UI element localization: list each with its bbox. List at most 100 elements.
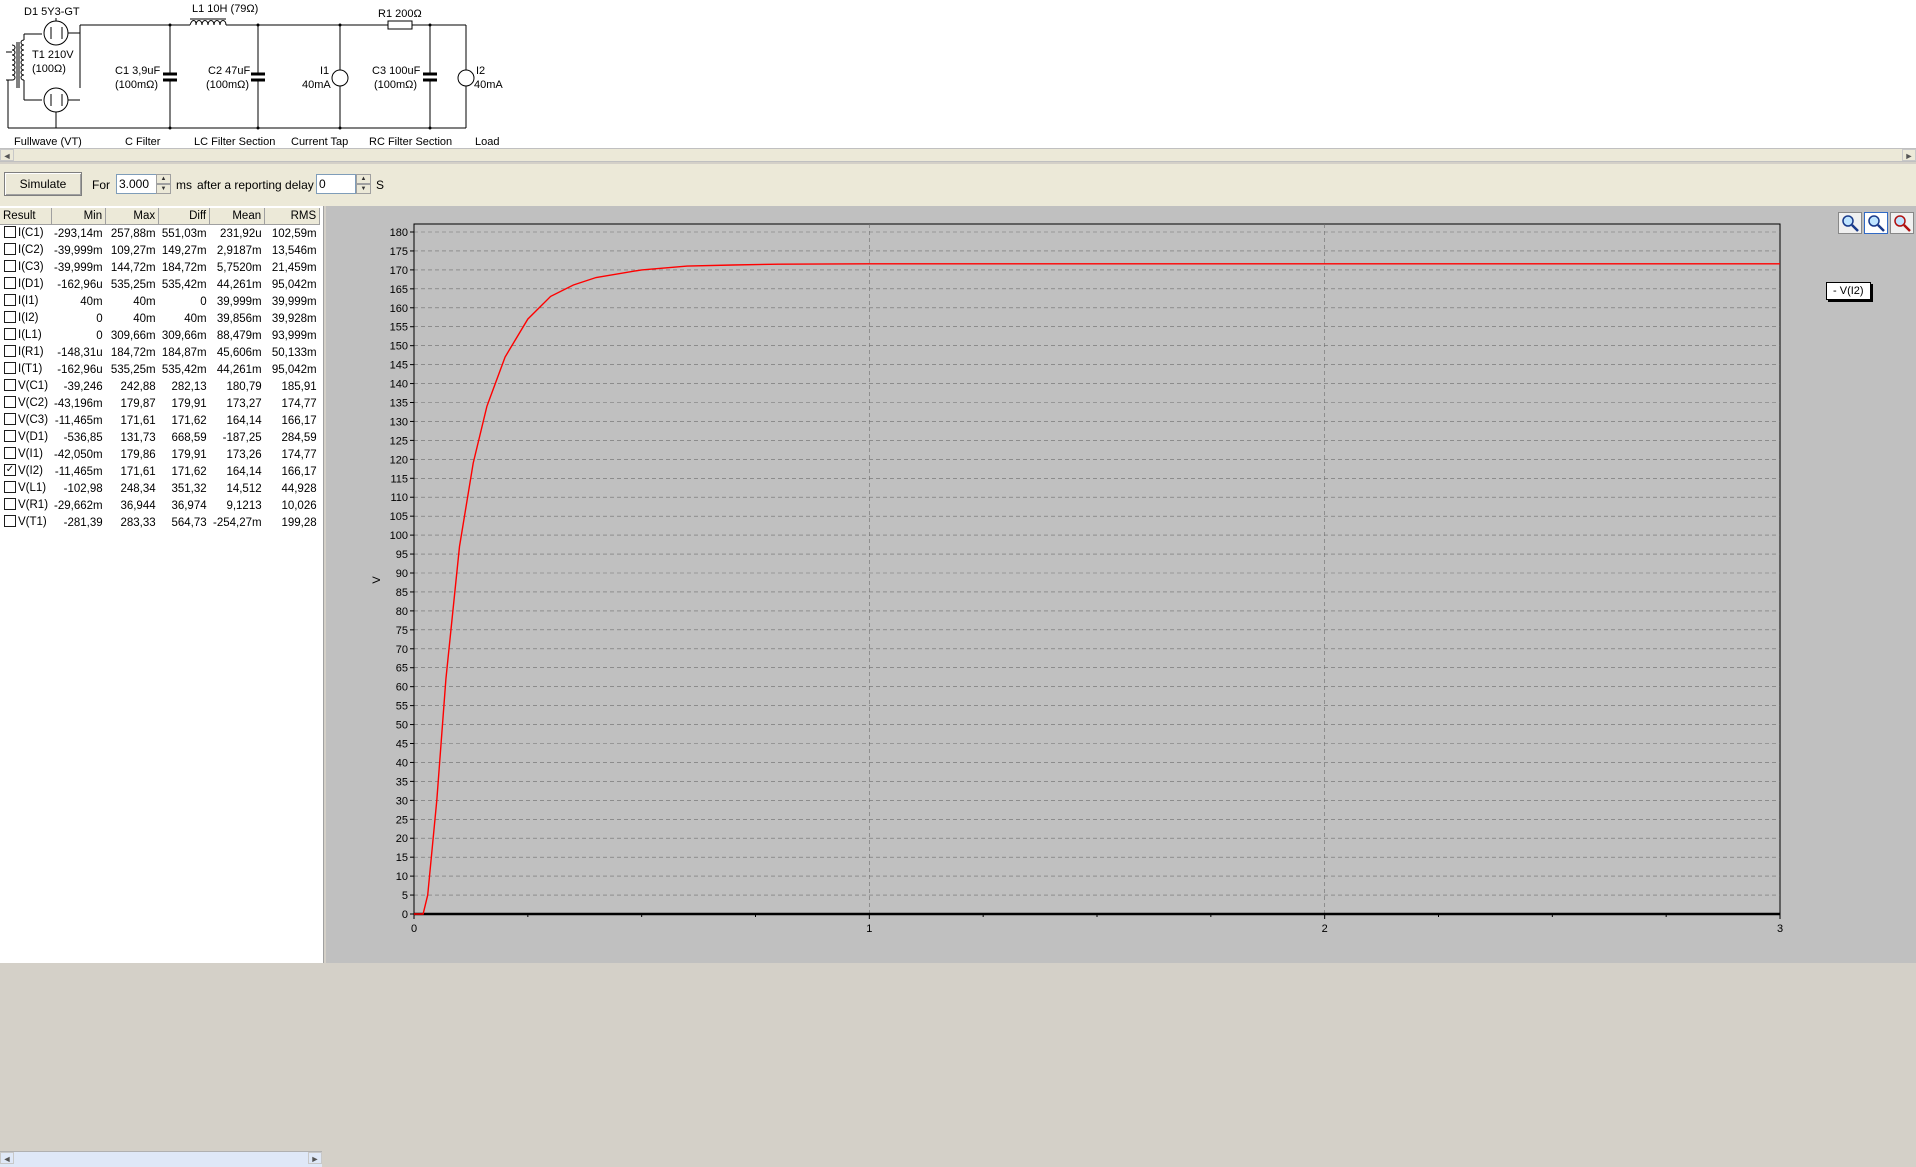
result-name-cell[interactable]: V(C3) — [0, 412, 51, 429]
result-rms-cell: 199,28 — [281, 516, 317, 529]
result-mean-cell: 2,9187m — [216, 244, 262, 257]
result-name-cell[interactable]: V(I1) — [0, 446, 51, 463]
simulate-button[interactable]: Simulate — [4, 172, 82, 196]
result-name-cell[interactable]: V(T1) — [0, 514, 51, 531]
spin-down-icon[interactable]: ▼ — [356, 184, 371, 194]
delay-spinner[interactable]: ▲ ▼ — [356, 174, 371, 194]
table-row[interactable]: V(I1) -42,050m 179,86 179,91 173,26 174,77 — [0, 446, 320, 463]
result-checkbox[interactable] — [4, 294, 16, 307]
result-checkbox[interactable] — [4, 345, 16, 358]
table-row[interactable]: I(I2) 0 40m 40m 39,856m 39,928m — [0, 310, 320, 327]
result-checkbox[interactable] — [4, 498, 16, 511]
result-checkbox[interactable] — [4, 396, 16, 409]
y-tick-label: 110 — [390, 492, 408, 504]
table-row[interactable]: I(C1) -293,14m 257,88m 551,03m 231,92u 102,59… — [0, 225, 320, 243]
table-row[interactable]: I(D1) -162,96u 535,25m 535,42m 44,261m 95,042… — [0, 276, 320, 293]
result-checkbox[interactable] — [4, 515, 16, 528]
spin-down-icon[interactable]: ▼ — [156, 184, 171, 194]
table-row[interactable]: I(T1) -162,96u 535,25m 535,42m 44,261m 95,042… — [0, 361, 320, 378]
table-row[interactable]: V(R1) -29,662m 36,944 36,974 9,1213 10,026 — [0, 497, 320, 514]
result-name-cell[interactable]: V(C1) — [0, 378, 51, 395]
result-diff-cell: 171,62 — [171, 465, 207, 478]
delay-input[interactable] — [316, 174, 356, 194]
result-checkbox[interactable] — [4, 328, 16, 341]
table-row[interactable]: V(C2) -43,196m 179,87 179,91 173,27 174,77 — [0, 395, 320, 412]
duration-spinner[interactable]: ▲ ▼ — [156, 174, 171, 194]
table-row[interactable]: V(C3) -11,465m 171,61 171,62 164,14 166,17 — [0, 412, 320, 429]
table-row[interactable]: I(C3) -39,999m 144,72m 184,72m 5,7520m 21,459… — [0, 259, 320, 276]
result-name-cell[interactable]: I(C2) — [0, 242, 51, 259]
plot-frame — [413, 223, 1781, 915]
result-max-cell: 144,72m — [110, 261, 156, 274]
for-label: For — [92, 178, 110, 192]
voltage-plot[interactable]: 0510152025303540455055606570758085909510… — [326, 206, 1916, 963]
table-row[interactable]: I(C2) -39,999m 109,27m 149,27m 2,9187m 13,546… — [0, 242, 320, 259]
result-name-cell[interactable]: I(I1) — [0, 293, 51, 310]
result-name-cell[interactable]: I(I2) — [0, 310, 51, 327]
y-tick-label: 0 — [402, 909, 408, 921]
result-name-cell[interactable]: I(L1) — [0, 327, 51, 344]
table-row[interactable]: I(I1) 40m 40m 0 39,999m 39,999m — [0, 293, 320, 310]
i2-label-2: 40mA — [474, 79, 503, 91]
col-min-header[interactable]: Min — [51, 208, 107, 225]
result-checkbox[interactable] — [4, 447, 16, 460]
result-checkbox[interactable] — [4, 226, 16, 239]
scroll-right-icon[interactable]: ► — [308, 1152, 322, 1164]
col-rms-header[interactable]: RMS — [264, 208, 321, 225]
result-max-cell: 40m — [133, 295, 156, 308]
x-tick-label: 3 — [1777, 923, 1783, 935]
result-checkbox[interactable]: ✓ — [4, 464, 16, 477]
result-checkbox[interactable] — [4, 311, 16, 324]
scroll-left-icon[interactable]: ◄ — [0, 149, 14, 161]
result-name-cell[interactable]: I(R1) — [0, 344, 51, 361]
scroll-left-icon[interactable]: ◄ — [0, 1152, 14, 1164]
table-row[interactable]: I(R1) -148,31u 184,72m 184,87m 45,606m 50,133… — [0, 344, 320, 361]
result-mean-cell: 5,7520m — [216, 261, 262, 274]
result-name-cell[interactable]: I(D1) — [0, 276, 51, 293]
result-checkbox[interactable] — [4, 430, 16, 443]
y-tick-label: 175 — [390, 246, 408, 258]
col-diff-header[interactable]: Diff — [158, 208, 211, 225]
result-min-cell: -536,85 — [63, 431, 103, 444]
result-name-cell[interactable]: I(T1) — [0, 361, 51, 378]
result-checkbox[interactable] — [4, 260, 16, 273]
result-checkbox[interactable] — [4, 362, 16, 375]
result-name-cell[interactable]: V(R1) — [0, 497, 51, 514]
table-row[interactable]: V(C1) -39,246 242,88 282,13 180,79 185,91 — [0, 378, 320, 395]
col-mean-header[interactable]: Mean — [209, 208, 266, 225]
result-checkbox[interactable] — [4, 277, 16, 290]
col-max-header[interactable]: Max — [105, 208, 160, 225]
i1-label-2: 40mA — [302, 79, 331, 91]
spin-up-icon[interactable]: ▲ — [356, 174, 371, 184]
result-checkbox[interactable] — [4, 379, 16, 392]
spin-up-icon[interactable]: ▲ — [156, 174, 171, 184]
result-min-cell: -281,39 — [63, 516, 103, 529]
result-checkbox[interactable] — [4, 243, 16, 256]
schematic-canvas[interactable]: D1 5Y3-GT T1 210V (100Ω) L1 10H (79Ω) R1… — [0, 0, 1916, 148]
result-rms-cell: 185,91 — [281, 380, 317, 393]
result-name-cell[interactable]: V(C2) — [0, 395, 51, 412]
result-checkbox[interactable] — [4, 481, 16, 494]
result-checkbox[interactable] — [4, 413, 16, 426]
legend-entry-vi2[interactable]: - V(I2) — [1826, 282, 1871, 300]
t1-label-1: T1 210V — [32, 49, 74, 61]
col-result-header[interactable]: Result — [0, 208, 52, 225]
result-name-cell[interactable]: V(L1) — [0, 480, 51, 497]
section-label-load: Load — [475, 136, 499, 148]
results-horizontal-scrollbar[interactable]: ◄ ► — [0, 1151, 322, 1167]
result-name-cell[interactable]: ✓ V(I2) — [0, 463, 51, 480]
table-row[interactable]: I(L1) 0 309,66m 309,66m 88,479m 93,999m — [0, 327, 320, 344]
legend-series-label: V(I2) — [1839, 285, 1864, 297]
result-name-cell[interactable]: I(C1) — [0, 225, 51, 243]
scroll-right-icon[interactable]: ► — [1902, 149, 1916, 161]
table-row[interactable]: V(L1) -102,98 248,34 351,32 14,512 44,928 — [0, 480, 320, 497]
result-name-cell[interactable]: I(C3) — [0, 259, 51, 276]
table-row[interactable]: ✓ V(I2) -11,465m 171,61 171,62 164,14 166,17 — [0, 463, 320, 480]
schematic-horizontal-scrollbar[interactable]: ◄ ► — [0, 148, 1916, 162]
y-tick-label: 90 — [396, 568, 408, 580]
result-name-cell[interactable]: V(D1) — [0, 429, 51, 446]
result-mean-cell: 180,79 — [226, 380, 262, 393]
table-row[interactable]: V(D1) -536,85 131,73 668,59 -187,25 284,59 — [0, 429, 320, 446]
table-row[interactable]: V(T1) -281,39 283,33 564,73 -254,27m 199,28 — [0, 514, 320, 531]
result-diff-cell: 668,59 — [171, 431, 207, 444]
